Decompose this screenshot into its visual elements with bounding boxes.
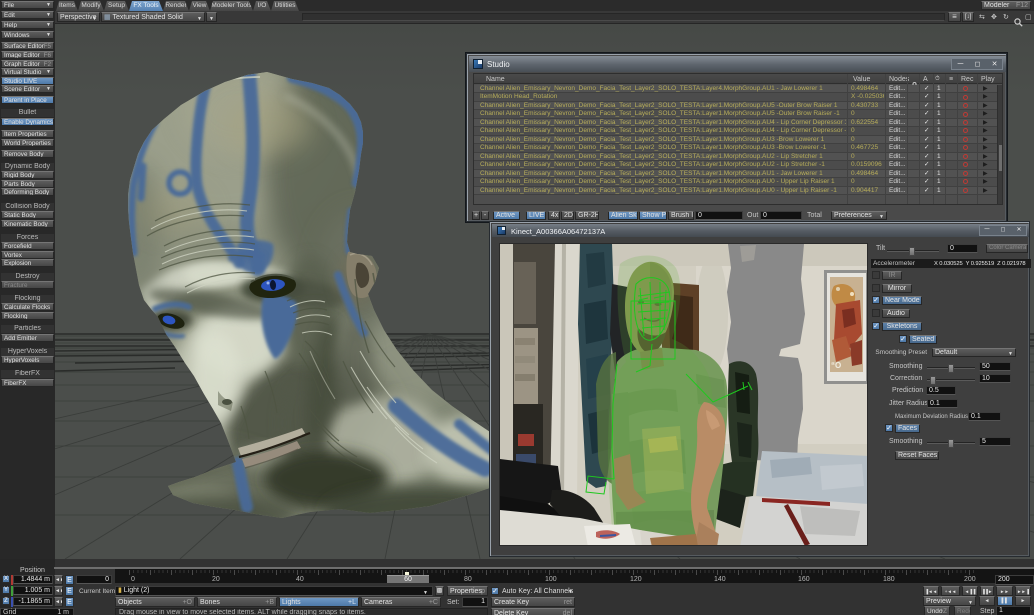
svg-text:“O: “O xyxy=(831,361,841,370)
